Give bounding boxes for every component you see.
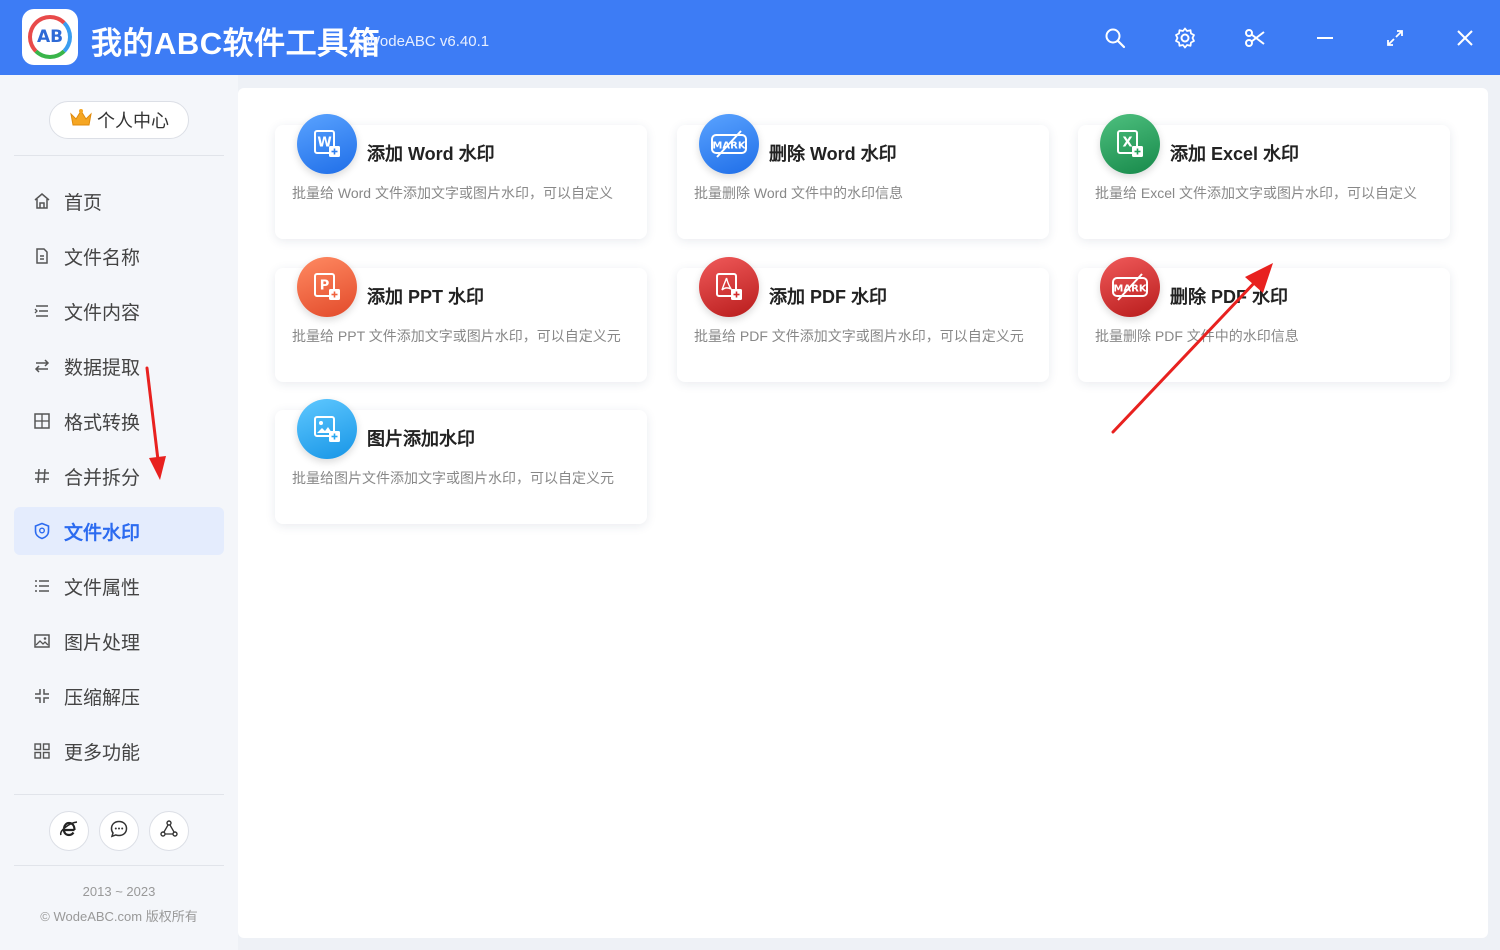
maximize-icon[interactable] xyxy=(1381,24,1409,52)
card-description: 批量给 PDF 文件添加文字或图片水印，可以自定义元 xyxy=(694,328,1024,344)
card-image-add-watermark[interactable]: 图片添加水印 批量给图片文件添加文字或图片水印，可以自定义元 xyxy=(275,399,647,524)
copyright-years: 2013 ~ 2023 xyxy=(82,884,156,899)
card-description: 批量给 Excel 文件添加文字或图片水印，可以自定义 xyxy=(1095,185,1418,201)
search-icon[interactable] xyxy=(1101,24,1129,52)
app-title: 我的ABC软件工具箱 xyxy=(91,26,381,61)
sidebar-divider xyxy=(14,794,224,795)
sidebar-item-format-convert[interactable]: 格式转换 xyxy=(14,397,224,445)
card-add-excel-watermark[interactable]: X 添加 Excel 水印 批量给 Excel 文件添加文字或图片水印，可以自定… xyxy=(1078,114,1450,239)
card-add-ppt-watermark[interactable]: P 添加 PPT 水印 批量给 PPT 文件添加文字或图片水印，可以自定义元 xyxy=(275,257,647,382)
main-content: W 添加 Word 水印 批量给 Word 文件添加文字或图片水印，可以自定义 … xyxy=(238,88,1488,938)
file-attributes-icon xyxy=(32,576,52,596)
svg-text:P: P xyxy=(320,279,330,294)
sidebar-item-label: 文件内容 xyxy=(64,302,141,324)
sidebar-item-label: 文件名称 xyxy=(64,247,141,269)
crown-icon xyxy=(69,108,93,133)
share-button[interactable] xyxy=(149,811,189,851)
sidebar-item-image-process[interactable]: 图片处理 xyxy=(14,617,224,665)
card-description: 批量给 PPT 文件添加文字或图片水印，可以自定义元 xyxy=(292,328,621,344)
home-icon xyxy=(32,191,52,211)
sidebar-divider xyxy=(14,155,224,156)
compress-icon xyxy=(32,686,52,706)
user-center-label: 个人中心 xyxy=(97,111,169,131)
title-bar: AB 我的ABC软件工具箱 WodeABC v6.40.1 xyxy=(0,0,1500,75)
sidebar-item-file-content[interactable]: 文件内容 xyxy=(14,287,224,335)
user-center-button[interactable]: 个人中心 xyxy=(49,101,189,139)
sidebar-item-compress[interactable]: 压缩解压 xyxy=(14,672,224,720)
sidebar-item-data-extract[interactable]: 数据提取 xyxy=(14,342,224,390)
sidebar-item-label: 更多功能 xyxy=(64,742,141,764)
card-add-word-watermark[interactable]: W 添加 Word 水印 批量给 Word 文件添加文字或图片水印，可以自定义 xyxy=(275,114,647,239)
scissors-icon[interactable] xyxy=(1241,24,1269,52)
file-content-icon xyxy=(32,301,52,321)
app-logo-mark: AB xyxy=(28,15,72,59)
sidebar-item-label: 文件水印 xyxy=(64,522,141,544)
format-convert-icon xyxy=(32,411,52,431)
sidebar-item-label: 格式转换 xyxy=(64,412,141,434)
sidebar-divider xyxy=(14,865,224,866)
sidebar-item-file-watermark[interactable]: 文件水印 xyxy=(14,507,224,555)
card-title: 删除 Word 水印 xyxy=(769,144,897,164)
sidebar-item-label: 压缩解压 xyxy=(64,687,141,709)
card-description: 批量给图片文件添加文字或图片水印，可以自定义元 xyxy=(292,470,614,486)
file-name-icon xyxy=(32,246,52,266)
minimize-icon[interactable] xyxy=(1311,24,1339,52)
chat-bubble-icon xyxy=(109,819,129,844)
card-remove-word-watermark[interactable]: MARK 删除 Word 水印 批量删除 Word 文件中的水印信息 xyxy=(677,114,1049,239)
card-remove-pdf-watermark[interactable]: MARK 删除 PDF 水印 批量删除 PDF 文件中的水印信息 xyxy=(1078,257,1450,382)
merge-split-icon xyxy=(32,466,52,486)
app-logo: AB xyxy=(22,9,78,65)
sidebar-item-merge-split[interactable]: 合并拆分 xyxy=(14,452,224,500)
card-description: 批量删除 Word 文件中的水印信息 xyxy=(694,185,903,201)
word-add-icon: W xyxy=(297,114,357,174)
settings-gear-icon[interactable] xyxy=(1171,24,1199,52)
data-extract-icon xyxy=(32,356,52,376)
card-title: 添加 Excel 水印 xyxy=(1170,144,1300,164)
card-description: 批量给 Word 文件添加文字或图片水印，可以自定义 xyxy=(292,185,613,201)
sidebar-item-label: 数据提取 xyxy=(64,357,141,379)
copyright-text: © WodeABC.com 版权所有 xyxy=(40,909,198,924)
sidebar-item-home[interactable]: 首页 xyxy=(14,177,224,225)
sidebar-item-label: 合并拆分 xyxy=(64,467,141,489)
pdf-mark-remove-icon: MARK xyxy=(1100,257,1160,317)
ppt-add-icon: P xyxy=(297,257,357,317)
sidebar-item-label: 图片处理 xyxy=(64,632,141,654)
close-icon[interactable] xyxy=(1451,24,1479,52)
card-title: 添加 PDF 水印 xyxy=(769,287,888,307)
share-nodes-icon xyxy=(159,819,179,844)
watermark-icon xyxy=(32,521,52,541)
word-mark-remove-icon: MARK xyxy=(699,114,759,174)
card-title: 添加 PPT 水印 xyxy=(367,287,485,307)
app-version: WodeABC v6.40.1 xyxy=(366,33,490,50)
image-add-icon xyxy=(297,399,357,459)
card-add-pdf-watermark[interactable]: 添加 PDF 水印 批量给 PDF 文件添加文字或图片水印，可以自定义元 xyxy=(677,257,1049,382)
pdf-add-icon xyxy=(699,257,759,317)
more-icon xyxy=(32,741,52,761)
card-title: 删除 PDF 水印 xyxy=(1170,287,1289,307)
sidebar-item-more[interactable]: 更多功能 xyxy=(14,727,224,775)
svg-text:X: X xyxy=(1122,136,1132,151)
card-title: 添加 Word 水印 xyxy=(367,144,495,164)
sidebar-item-file-attributes[interactable]: 文件属性 xyxy=(14,562,224,610)
image-process-icon xyxy=(32,631,52,651)
sidebar: 个人中心 首页 文件名称 文件内容 数据提取 格式转换 合并拆分 文件水印 文件… xyxy=(0,75,238,950)
card-title: 图片添加水印 xyxy=(367,429,475,449)
browser-e-button[interactable] xyxy=(49,811,89,851)
sidebar-item-label: 首页 xyxy=(64,192,103,214)
excel-add-icon: X xyxy=(1100,114,1160,174)
sidebar-item-label: 文件属性 xyxy=(64,577,141,599)
sidebar-item-file-name[interactable]: 文件名称 xyxy=(14,232,224,280)
card-description: 批量删除 PDF 文件中的水印信息 xyxy=(1095,328,1299,344)
browser-e-icon xyxy=(59,819,79,844)
chat-button[interactable] xyxy=(99,811,139,851)
